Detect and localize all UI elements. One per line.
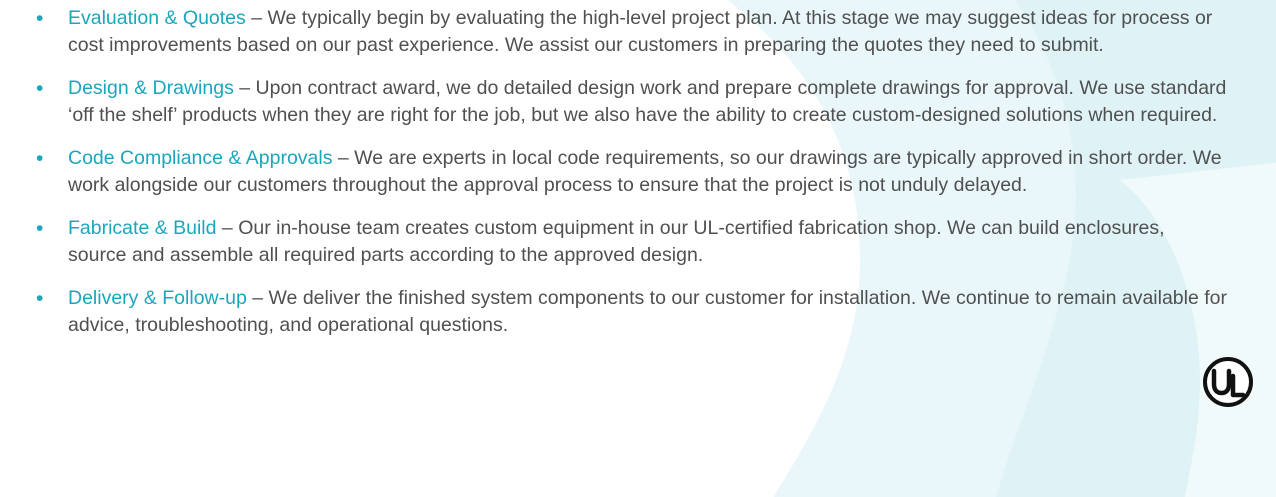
list-item: • Code Compliance & Approvals – We are ex… [36,145,1251,199]
list-item: • Design & Drawings – Upon contract award… [36,75,1251,129]
list-item: • Evaluation & Quotes – We typically begi… [36,5,1251,59]
bullet: • [36,147,44,170]
item-term: Evaluation & Quotes [68,7,246,29]
item-term: Fabricate & Build [68,217,217,239]
ul-certification-icon [1203,357,1253,407]
services-list: • Evaluation & Quotes – We typically begi… [36,5,1251,355]
bullet: • [36,7,44,30]
item-separator: – [246,287,269,309]
item-separator: – [245,7,268,29]
bullet: • [36,217,44,240]
bullet: • [36,287,44,310]
item-separator: – [216,217,239,239]
item-term: Delivery & Follow-up [68,287,247,309]
item-separator: – [233,77,256,99]
list-item: • Fabricate & Build – Our in-house team c… [36,215,1251,269]
item-term: Design & Drawings [68,77,234,99]
bullet: • [36,77,44,100]
list-item: • Delivery & Follow-up – We deliver the f… [36,285,1251,339]
item-separator: – [332,147,355,169]
item-term: Code Compliance & Approvals [68,147,333,169]
